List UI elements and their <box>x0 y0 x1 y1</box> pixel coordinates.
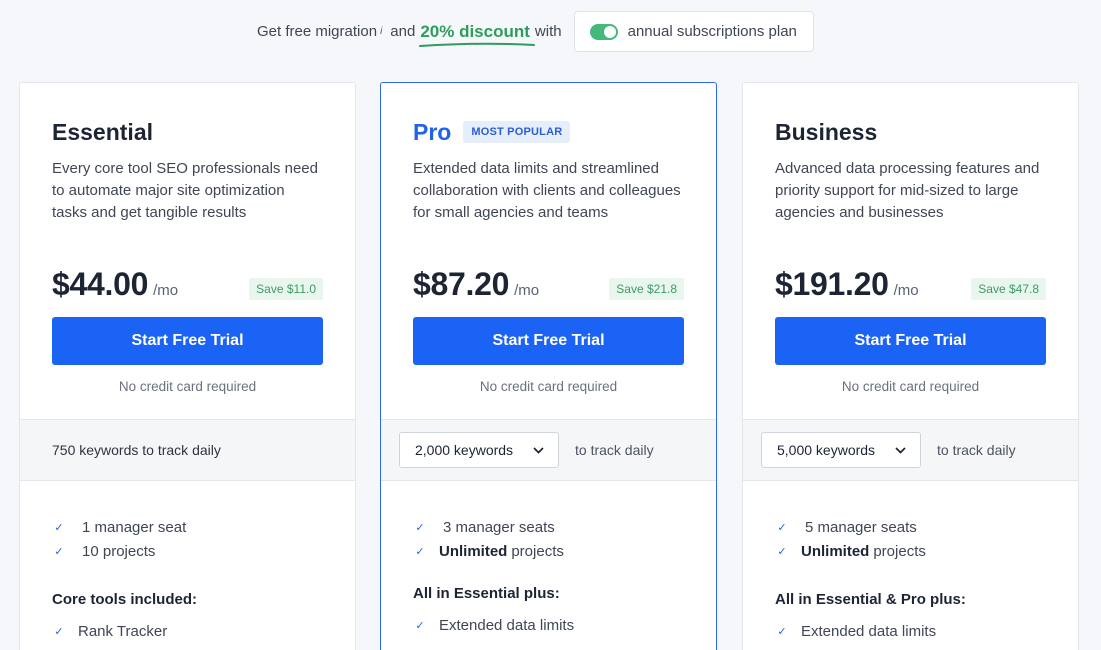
check-icon: ✓ <box>415 521 425 534</box>
no-credit-card-note: No credit card required <box>118 379 257 394</box>
keywords-band: 2,000 keywords to track daily <box>381 419 716 481</box>
section-heading: All in Essential & Pro plus: <box>775 591 966 608</box>
discount-highlight: 20% discount <box>419 21 536 47</box>
annual-toggle-label[interactable]: annual subscriptions plan <box>628 23 797 40</box>
underline-swoosh-icon <box>419 42 536 47</box>
keywords-count: 750 keywords <box>52 442 139 458</box>
list-item: ✓ 5 manager seats <box>775 515 1058 539</box>
plan-title-row: Business <box>775 117 1046 147</box>
no-credit-card-note: No credit card required <box>479 379 618 394</box>
promo-suffix: with <box>534 23 562 40</box>
keywords-suffix: to track daily <box>937 442 1016 458</box>
list-item: ✓ 10 projects <box>52 539 335 563</box>
section-heading: Core tools included: <box>52 591 198 608</box>
check-icon: ✓ <box>54 545 64 558</box>
price-row: $87.20 /mo Save $21.8 <box>413 266 684 306</box>
list-item: ✓ 3 manager seats <box>413 515 696 539</box>
info-icon[interactable]: i <box>380 26 382 37</box>
plan-price: $44.00 <box>52 266 149 302</box>
check-icon: ✓ <box>415 545 425 558</box>
promo-connector: and <box>390 23 416 40</box>
chevron-down-icon <box>895 446 906 454</box>
price-period: /mo <box>893 282 919 299</box>
discount-text: 20% discount <box>420 21 530 41</box>
most-popular-badge: MOST POPULAR <box>463 121 571 143</box>
start-free-trial-button[interactable]: Start Free Trial <box>52 317 323 365</box>
annual-toggle-container: annual subscriptions plan <box>573 11 814 52</box>
plan-description: Every core tool SEO professionals need t… <box>52 160 318 221</box>
check-icon: ✓ <box>54 625 64 638</box>
price-row: $191.20 /mo Save $47.8 <box>775 266 1046 306</box>
check-icon: ✓ <box>777 625 787 638</box>
section-heading: All in Essential plus: <box>413 585 560 602</box>
save-badge: Save $11.0 <box>249 278 323 300</box>
check-icon: ✓ <box>54 521 64 534</box>
check-icon: ✓ <box>777 545 787 558</box>
plan-description: Extended data limits and streamlined col… <box>413 160 681 221</box>
check-icon: ✓ <box>415 619 425 632</box>
save-badge: Save $21.8 <box>609 278 684 300</box>
list-item: ✓ Unlimited projects <box>775 539 1058 563</box>
feature-list: ✓ 5 manager seats ✓ Unlimited projects Al… <box>775 515 1058 643</box>
list-item: ✓ 1 manager seat <box>52 515 335 539</box>
keywords-band: 750 keywords to track daily <box>20 419 355 481</box>
keywords-select[interactable]: 2,000 keywords <box>399 432 559 468</box>
price-row: $44.00 /mo Save $11.0 <box>52 266 323 306</box>
list-item: ✓ Extended data limits <box>413 613 696 637</box>
feature-list: ✓ 1 manager seat ✓ 10 projects Core tool… <box>52 515 335 643</box>
plan-description: Advanced data processing features and pr… <box>775 160 1040 221</box>
plan-card-pro: Pro MOST POPULAR Extended data limits an… <box>380 82 717 650</box>
start-free-trial-button[interactable]: Start Free Trial <box>775 317 1046 365</box>
plan-name: Business <box>775 118 878 145</box>
start-free-trial-button[interactable]: Start Free Trial <box>413 317 684 365</box>
keywords-select-value: 5,000 keywords <box>777 442 876 458</box>
keywords-suffix: to track daily <box>142 442 221 458</box>
no-credit-card-note: No credit card required <box>841 379 980 394</box>
plan-price: $87.20 <box>413 266 510 302</box>
plan-card-business: Business Advanced data processing featur… <box>742 82 1079 650</box>
price-period: /mo <box>514 282 540 299</box>
annual-toggle-switch[interactable] <box>589 23 618 40</box>
plan-price: $191.20 <box>775 266 889 302</box>
promo-prefix: Get free migration <box>257 23 378 40</box>
feature-list: ✓ 3 manager seats ✓ Unlimited projects Al… <box>413 515 696 637</box>
promo-bar: Get free migration i and 20% discount wi… <box>257 11 814 52</box>
check-icon: ✓ <box>777 521 787 534</box>
plan-card-essential: Essential Every core tool SEO profession… <box>19 82 356 650</box>
plan-name: Pro <box>413 118 452 145</box>
chevron-down-icon <box>533 446 544 454</box>
list-item: ✓ Unlimited projects <box>413 539 696 563</box>
plan-name: Essential <box>52 118 153 145</box>
keywords-suffix: to track daily <box>575 442 654 458</box>
keywords-band: 5,000 keywords to track daily <box>743 419 1078 481</box>
list-item: ✓ Extended data limits <box>775 619 1058 643</box>
plan-title-row: Essential <box>52 117 323 147</box>
keywords-select-value: 2,000 keywords <box>415 442 514 458</box>
keywords-select[interactable]: 5,000 keywords <box>761 432 921 468</box>
plan-title-row: Pro MOST POPULAR <box>413 117 684 147</box>
save-badge: Save $47.8 <box>971 278 1046 300</box>
price-period: /mo <box>153 282 179 299</box>
list-item: ✓ Rank Tracker <box>52 619 335 643</box>
